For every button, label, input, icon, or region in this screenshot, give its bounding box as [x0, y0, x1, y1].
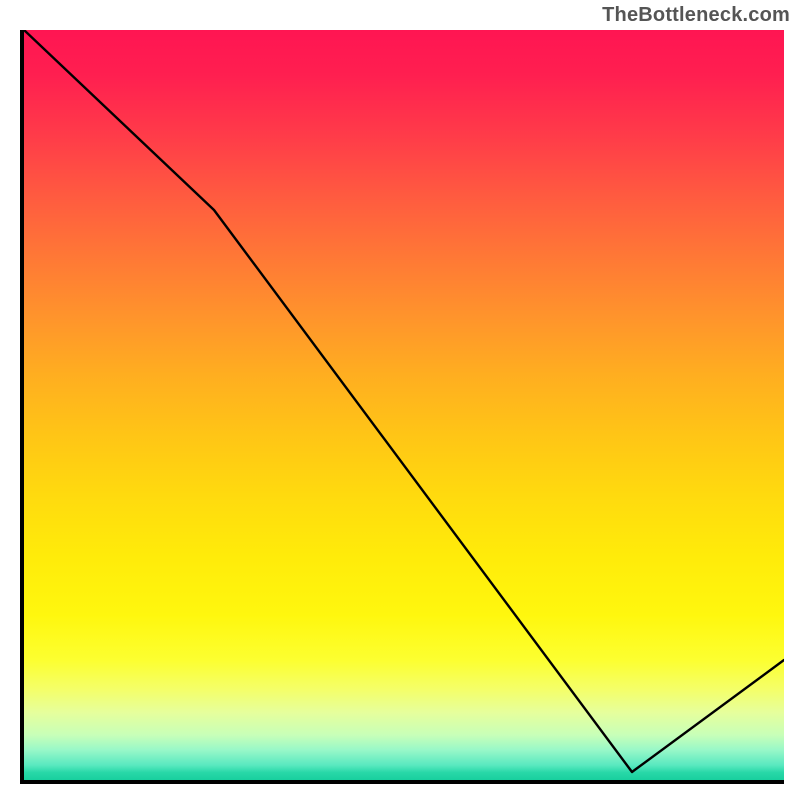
attribution-text: TheBottleneck.com — [602, 4, 790, 27]
main-curve — [24, 30, 784, 772]
plot-area — [20, 30, 784, 784]
chart-container: TheBottleneck.com — [0, 0, 800, 800]
chart-svg — [24, 30, 784, 780]
